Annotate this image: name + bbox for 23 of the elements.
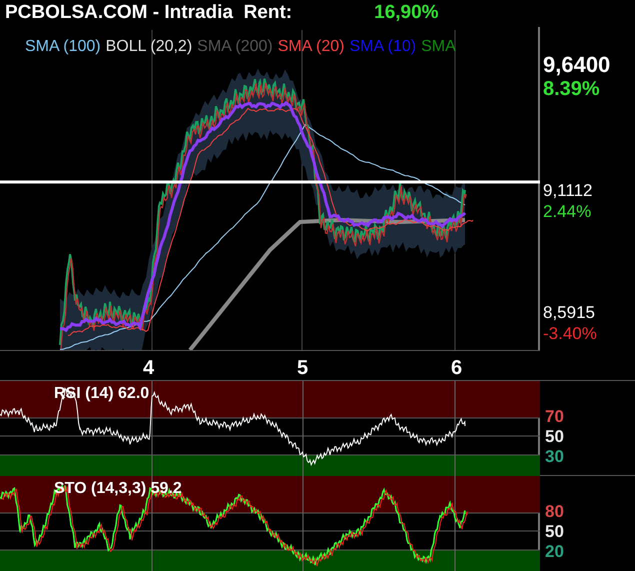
header-title: PCBOLSA.COM - Intradia Rent: — [5, 1, 292, 26]
level-label: 20 — [545, 542, 565, 562]
level-label: 50 — [545, 522, 565, 542]
legend-item: BOLL (20,2) — [106, 37, 192, 57]
level-label: 30 — [545, 447, 565, 467]
change-label: 2.44% — [543, 201, 592, 223]
level-label: 80 — [545, 502, 565, 522]
x-axis-label: 6 — [451, 356, 462, 381]
change-label: 8.39% — [543, 77, 601, 101]
price-label: 8,5915 — [543, 303, 596, 323]
return-value: 16,90% — [374, 1, 439, 26]
level-label: 70 — [545, 407, 565, 427]
legend-item: SMA (100) — [25, 37, 101, 57]
legend-item: SMA (10) — [349, 37, 416, 57]
price-label: 9,1112 — [543, 181, 594, 201]
legend-item: SMA — [421, 37, 456, 57]
legend-item: SMA (20) — [278, 37, 344, 57]
price-label: 9,6400 — [543, 53, 612, 77]
x-axis-label: 4 — [143, 356, 154, 381]
x-axis-label: 5 — [297, 356, 308, 381]
legend-item: SMA (200) — [197, 37, 273, 57]
level-label: 50 — [545, 427, 565, 447]
change-label: -3.40% — [543, 323, 598, 345]
